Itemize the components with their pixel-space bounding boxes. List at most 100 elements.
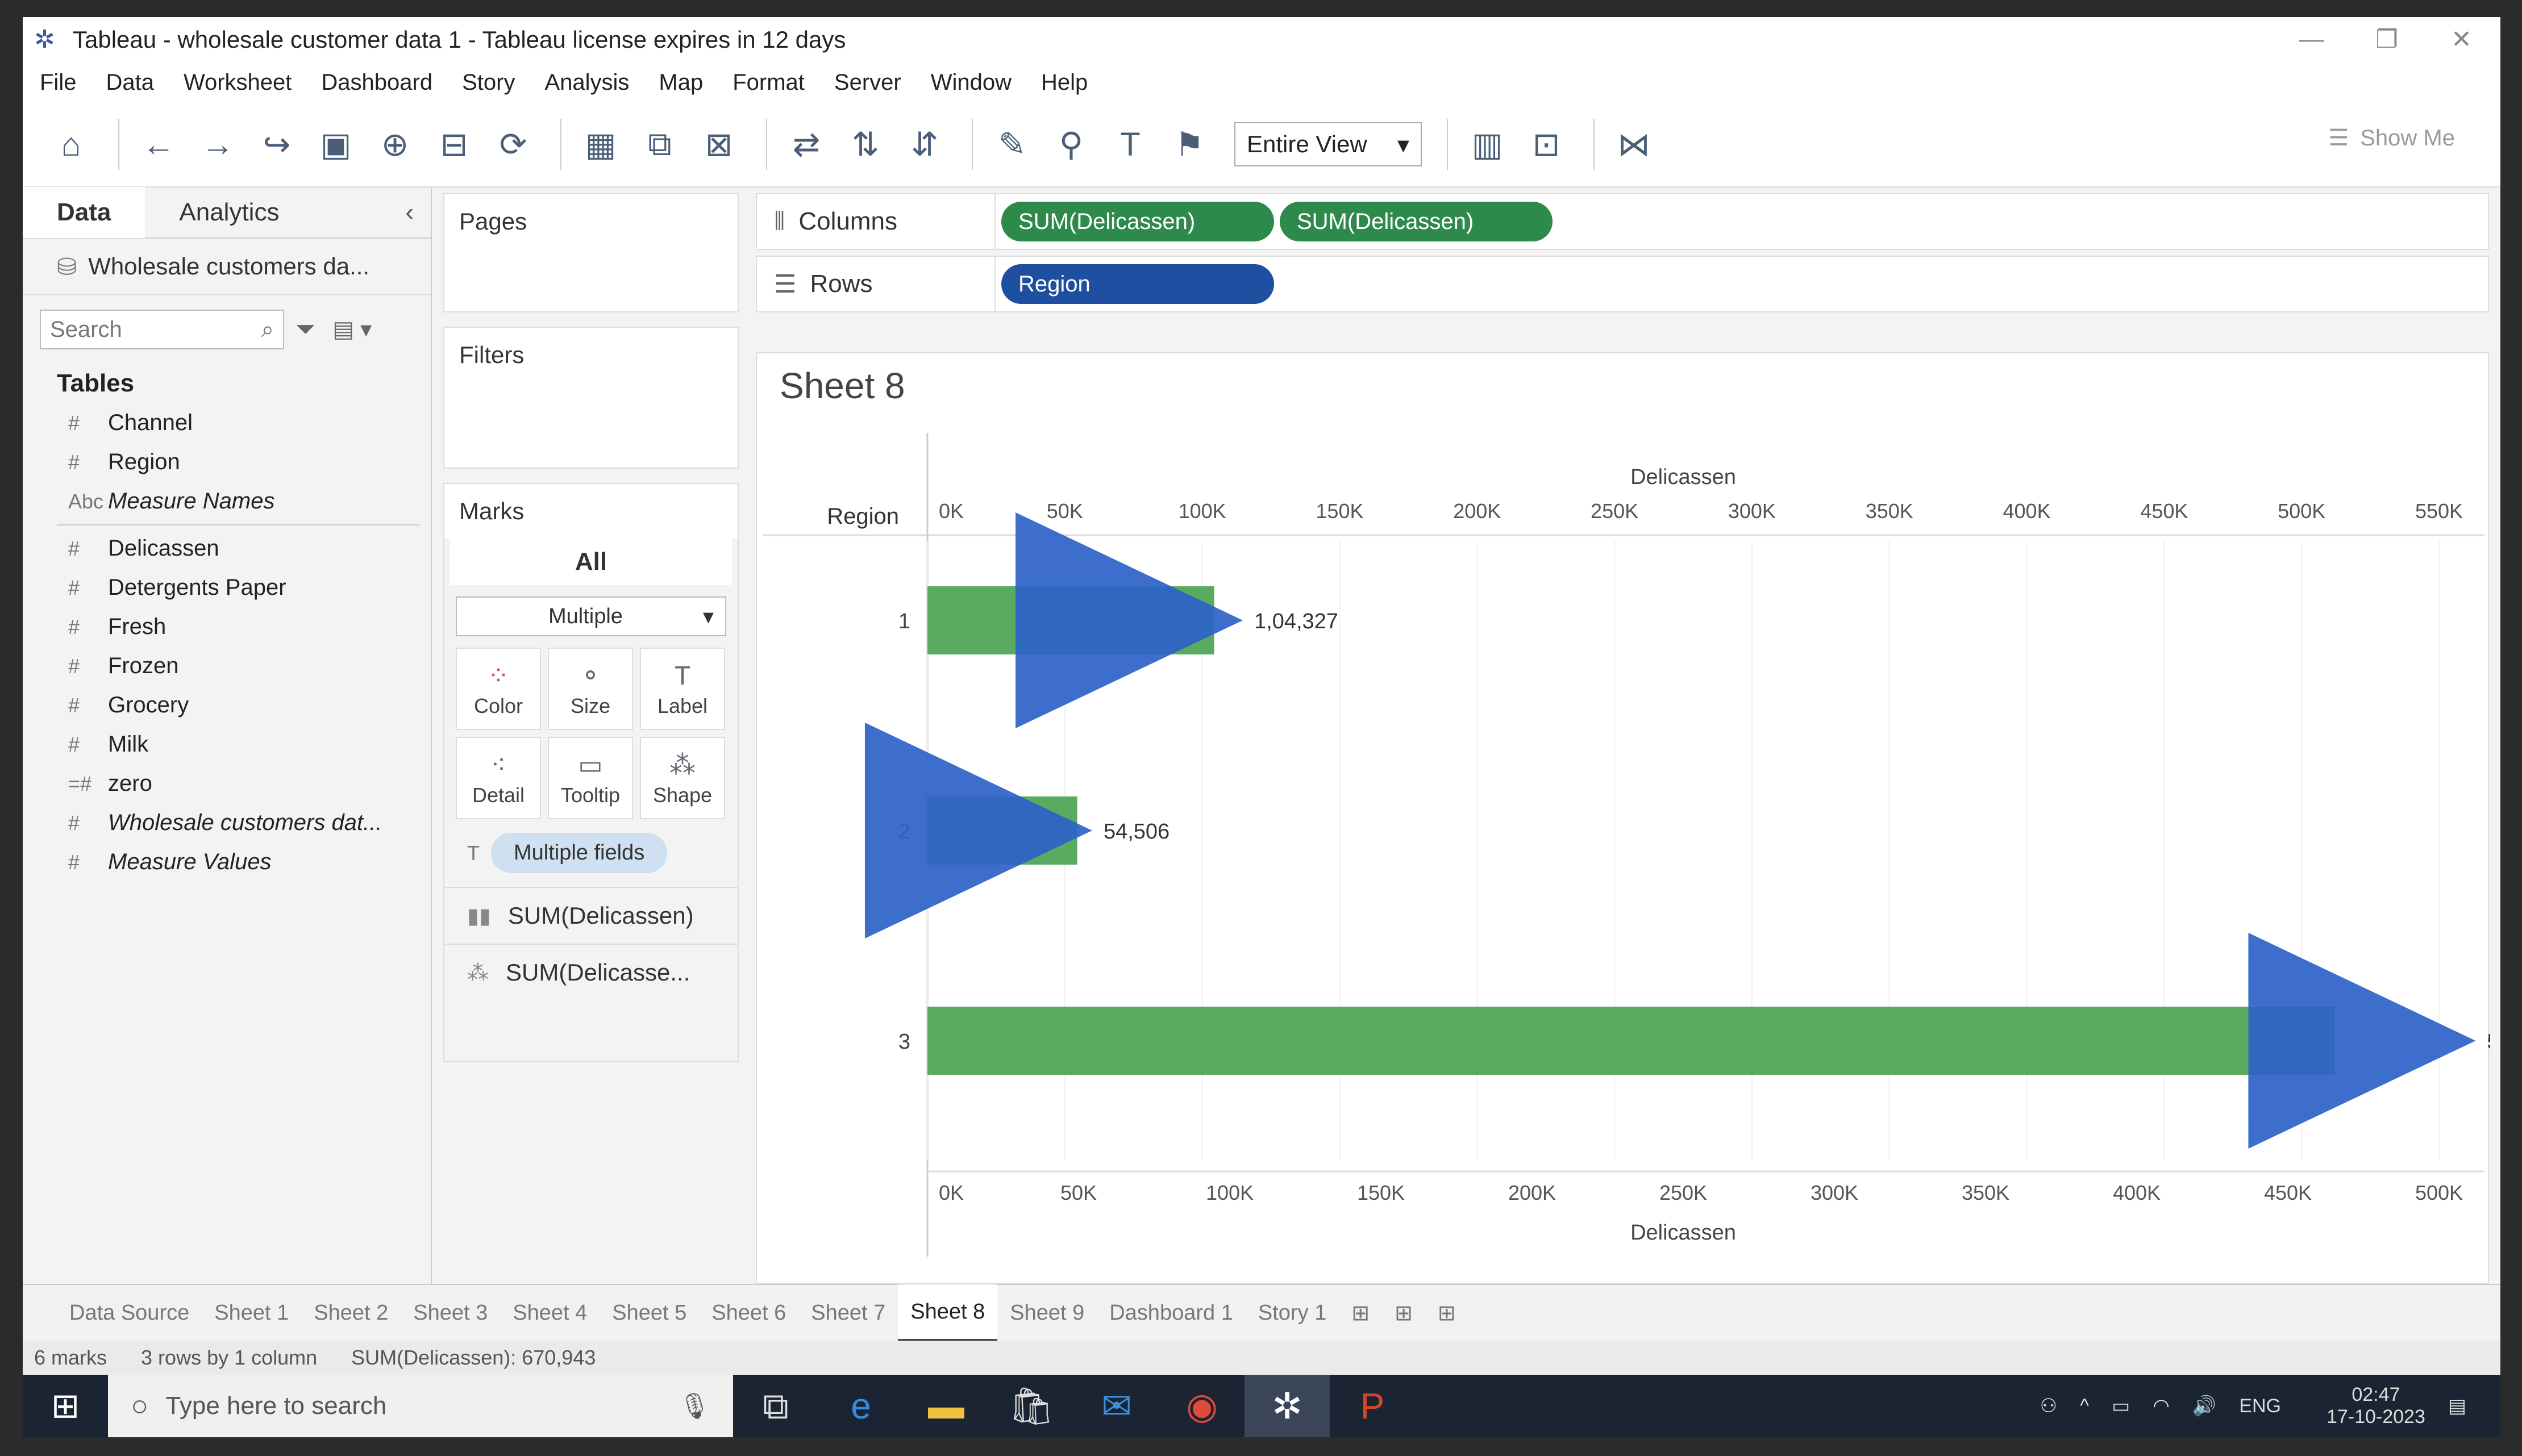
tab-sheet-3[interactable]: Sheet 3 <box>401 1284 500 1341</box>
marks-row-shape[interactable]: ⁂ SUM(Delicasse... <box>444 944 738 1000</box>
label-button[interactable]: T Label <box>640 648 725 730</box>
tab-sheet-2[interactable]: Sheet 2 <box>301 1284 401 1341</box>
replay-icon[interactable]: ↪ <box>251 119 302 170</box>
tab-sheet-7[interactable]: Sheet 7 <box>798 1284 898 1341</box>
field-item[interactable]: # Fresh <box>23 607 431 646</box>
chevron-up-icon[interactable]: ^ <box>2080 1395 2089 1417</box>
field-item[interactable]: # Wholesale customers dat... <box>23 803 431 842</box>
language-indicator[interactable]: ENG <box>2239 1395 2281 1417</box>
tab-dashboard-1[interactable]: Dashboard 1 <box>1097 1284 1246 1341</box>
field-item[interactable]: Abc Measure Names <box>23 482 431 521</box>
close-icon[interactable]: ✕ <box>2451 25 2472 54</box>
menu-window[interactable]: Window <box>931 70 1012 95</box>
clock[interactable]: 02:47 17-10-2023 <box>2304 1384 2425 1428</box>
sort-ascending-icon[interactable]: ⇅ <box>840 119 891 170</box>
menu-map[interactable]: Map <box>659 70 703 95</box>
field-item[interactable]: # Frozen <box>23 646 431 686</box>
filters-card[interactable]: Filters <box>443 327 739 469</box>
tab-story-1[interactable]: Story 1 <box>1246 1284 1339 1341</box>
tooltip-button[interactable]: ▭ Tooltip <box>548 737 633 819</box>
presentation-mode-icon[interactable]: ⊡ <box>1521 119 1572 170</box>
tableau-taskbar-icon[interactable]: ✲ <box>1245 1375 1330 1437</box>
tab-analytics[interactable]: Analytics <box>145 187 313 238</box>
share-icon[interactable]: ⋈ <box>1608 119 1659 170</box>
tab-sheet-8[interactable]: Sheet 8 <box>898 1284 998 1341</box>
multiple-fields-pill[interactable]: Multiple fields <box>491 833 668 873</box>
menu-dashboard[interactable]: Dashboard <box>321 70 432 95</box>
menu-help[interactable]: Help <box>1041 70 1088 95</box>
tab-sheet-6[interactable]: Sheet 6 <box>699 1284 798 1341</box>
new-story-icon[interactable]: ⊞ <box>1425 1284 1468 1341</box>
show-cards-icon[interactable]: ▥ <box>1462 119 1513 170</box>
detail-button[interactable]: ⁖ Detail <box>456 737 541 819</box>
show-me-button[interactable]: ☰ Show Me <box>2328 125 2455 151</box>
taskbar-search-input[interactable]: ○ Type here to search 🎙 <box>108 1375 733 1437</box>
rows-shelf[interactable]: ☰ Rows Region <box>756 256 2489 312</box>
pages-card[interactable]: Pages <box>443 193 739 312</box>
menu-format[interactable]: Format <box>733 70 805 95</box>
tab-sheet-5[interactable]: Sheet 5 <box>600 1284 699 1341</box>
menu-story[interactable]: Story <box>462 70 515 95</box>
windows-start-icon[interactable]: ⊞ <box>23 1375 108 1437</box>
microphone-icon[interactable]: 🎙 <box>679 1391 710 1421</box>
new-datasource-icon[interactable]: ⊕ <box>369 119 421 170</box>
clear-sheet-icon[interactable]: ⊠ <box>693 119 744 170</box>
columns-pill[interactable]: SUM(Delicassen) <box>1001 202 1274 241</box>
show-labels-icon[interactable]: T <box>1105 119 1156 170</box>
field-item[interactable]: =# zero <box>23 764 431 803</box>
undo-icon[interactable]: ← <box>133 119 184 170</box>
pause-update-icon[interactable]: ⊟ <box>428 119 480 170</box>
edge-icon[interactable]: e <box>818 1375 904 1437</box>
tab-sheet-4[interactable]: Sheet 4 <box>500 1284 600 1341</box>
view-options-icon[interactable]: ▤ ▾ <box>332 316 372 343</box>
new-worksheet-icon[interactable]: ⊞ <box>1339 1284 1382 1341</box>
redo-icon[interactable]: → <box>192 119 243 170</box>
field-item[interactable]: # Detergents Paper <box>23 568 431 607</box>
mail-icon[interactable]: ✉ <box>1074 1375 1159 1437</box>
tab-data[interactable]: Data <box>23 187 145 238</box>
size-button[interactable]: ⚬ Size <box>548 648 633 730</box>
store-icon[interactable]: 🛍 <box>989 1375 1074 1437</box>
swap-rows-columns-icon[interactable]: ⇄ <box>781 119 832 170</box>
menu-server[interactable]: Server <box>834 70 901 95</box>
columns-shelf[interactable]: ⦀ Columns SUM(Delicassen) SUM(Delicassen) <box>756 193 2489 250</box>
menu-file[interactable]: File <box>40 70 76 95</box>
collapse-icon[interactable]: ‹ <box>405 198 414 227</box>
refresh-icon[interactable]: ⟳ <box>488 119 539 170</box>
menu-data[interactable]: Data <box>106 70 154 95</box>
filter-icon[interactable]: ⏷ <box>296 315 315 344</box>
pin-icon[interactable]: ⚑ <box>1164 119 1215 170</box>
field-item[interactable]: # Milk <box>23 725 431 764</box>
task-view-icon[interactable]: ⧉ <box>733 1375 818 1437</box>
field-item[interactable]: # Channel <box>23 403 431 443</box>
sort-descending-icon[interactable]: ⇵ <box>899 119 950 170</box>
field-item[interactable]: # Grocery <box>23 686 431 725</box>
notifications-icon[interactable]: ▤ <box>2448 1395 2466 1417</box>
marks-all-tab[interactable]: All <box>450 539 732 585</box>
file-explorer-icon[interactable]: ▬ <box>904 1375 989 1437</box>
group-icon[interactable]: ⚲ <box>1046 119 1097 170</box>
home-icon[interactable]: ⌂ <box>45 119 97 170</box>
tab-data-source[interactable]: Data Source <box>57 1284 202 1341</box>
restore-icon[interactable]: ❐ <box>2376 25 2398 54</box>
rows-pill[interactable]: Region <box>1001 264 1274 304</box>
mark-type-dropdown[interactable]: Multiple ▾ <box>456 596 726 636</box>
field-item[interactable]: # Delicassen <box>23 529 431 568</box>
save-icon[interactable]: ▣ <box>310 119 361 170</box>
minimize-icon[interactable]: — <box>2299 25 2324 53</box>
wifi-icon[interactable]: ◠ <box>2153 1395 2170 1417</box>
color-button[interactable]: ⁘ Color <box>456 648 541 730</box>
new-dashboard-icon[interactable]: ⊞ <box>1382 1284 1425 1341</box>
tab-sheet-1[interactable]: Sheet 1 <box>202 1284 301 1341</box>
powerpoint-icon[interactable]: P <box>1330 1375 1415 1437</box>
field-item[interactable]: # Region <box>23 443 431 482</box>
marks-row-bar[interactable]: ▮▮ SUM(Delicassen) <box>444 887 738 944</box>
duplicate-sheet-icon[interactable]: ⧉ <box>634 119 685 170</box>
menu-worksheet[interactable]: Worksheet <box>184 70 292 95</box>
highlight-icon[interactable]: ✎ <box>987 119 1038 170</box>
menu-analysis[interactable]: Analysis <box>544 70 629 95</box>
people-icon[interactable]: ⚇ <box>2040 1395 2057 1417</box>
search-input[interactable]: Search ⌕ <box>40 310 284 349</box>
tab-sheet-9[interactable]: Sheet 9 <box>997 1284 1097 1341</box>
volume-icon[interactable]: 🔊 <box>2192 1395 2216 1417</box>
